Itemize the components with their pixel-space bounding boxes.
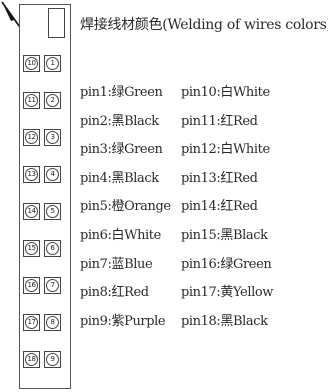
- pin-color-entry: pin18:黑Black: [181, 313, 268, 329]
- pin-color-entry: pin15:黑Black: [181, 227, 268, 243]
- pin-color-entry: pin5:橙Orange: [80, 199, 171, 215]
- connector-diagram: 10 1 11 2 12 3 13 4 14 5 15 6 16 7 17 8 18 9: [19, 4, 71, 389]
- connector-pin-14: 14: [23, 203, 40, 220]
- pin-color-list-left: pin1:绿Green pin2:黑Black pin3:绿Green pin4:黑B…: [80, 79, 171, 336]
- diagram-title: 焊接线材颜色(Welding of wires colors): [80, 17, 328, 33]
- connector-pin-8: 8: [44, 314, 61, 331]
- pin-number-label: 1: [46, 57, 59, 70]
- pin-number-label: 3: [46, 131, 59, 144]
- pin-number-label: 14: [25, 205, 38, 218]
- connector-pin-17: 17: [23, 314, 40, 331]
- pin-color-entry: pin3:绿Green: [80, 142, 163, 158]
- connector-pin-2: 2: [44, 92, 61, 109]
- connector-pin-3: 3: [44, 129, 61, 146]
- pin-number-label: 6: [46, 242, 59, 255]
- connector-pin-16: 16: [23, 277, 40, 294]
- pin-number-label: 16: [25, 279, 38, 292]
- connector-pin-5: 5: [44, 203, 61, 220]
- connector-pin-7: 7: [44, 277, 61, 294]
- pin-number-label: 8: [46, 316, 59, 329]
- pin-number-label: 17: [25, 316, 38, 329]
- pin-number-label: 13: [25, 168, 38, 181]
- pin-number-label: 10: [25, 57, 38, 70]
- pin-color-entry: pin17:黄Yellow: [181, 285, 273, 301]
- connector-pin-11: 11: [23, 92, 40, 109]
- pin-color-entry: pin9:紫Purple: [80, 313, 166, 329]
- connector-pin-12: 12: [23, 129, 40, 146]
- pin-color-entry: pin11:红Red: [181, 113, 258, 129]
- connector-pin-1: 1: [44, 55, 61, 72]
- connector-pin-6: 6: [44, 240, 61, 257]
- pin-number-label: 4: [46, 168, 59, 181]
- pin-color-entry: pin4:黑Black: [80, 170, 159, 186]
- connector-pin-13: 13: [23, 166, 40, 183]
- pin-color-entry: pin13:红Red: [181, 170, 258, 186]
- pin-number-label: 11: [25, 94, 38, 107]
- connector-pin-10: 10: [23, 55, 40, 72]
- pin-color-entry: pin1:绿Green: [80, 85, 163, 100]
- pin-color-list-right: pin10:白White pin11:红Red pin12:白White pin13:…: [181, 79, 273, 336]
- connector-pin-18: 18: [23, 351, 40, 368]
- pin-color-entry: pin7:蓝Blue: [80, 256, 153, 272]
- pin-number-label: 5: [46, 205, 59, 218]
- pin-number-label: 18: [25, 353, 38, 366]
- pin-color-entry: pin2:黑Black: [80, 113, 159, 129]
- connector-pin-4: 4: [44, 166, 61, 183]
- pin-color-entry: pin6:白White: [80, 227, 161, 243]
- pin-color-entry: pin14:红Red: [181, 199, 258, 215]
- pin-number-label: 12: [25, 131, 38, 144]
- connector-pin-15: 15: [23, 240, 40, 257]
- pin-color-entry: pin8:红Red: [80, 285, 149, 301]
- pin-number-label: 15: [25, 242, 38, 255]
- pin-number-label: 9: [46, 353, 59, 366]
- pin-color-entry: pin10:白White: [181, 85, 270, 100]
- pin-color-entry: pin12:白White: [181, 142, 270, 158]
- connector-key-cell: [48, 8, 65, 38]
- pin-number-label: 2: [46, 94, 59, 107]
- pin-color-entry: pin16:绿Green: [181, 256, 272, 272]
- pin-number-label: 7: [46, 279, 59, 292]
- connector-pin-9: 9: [44, 351, 61, 368]
